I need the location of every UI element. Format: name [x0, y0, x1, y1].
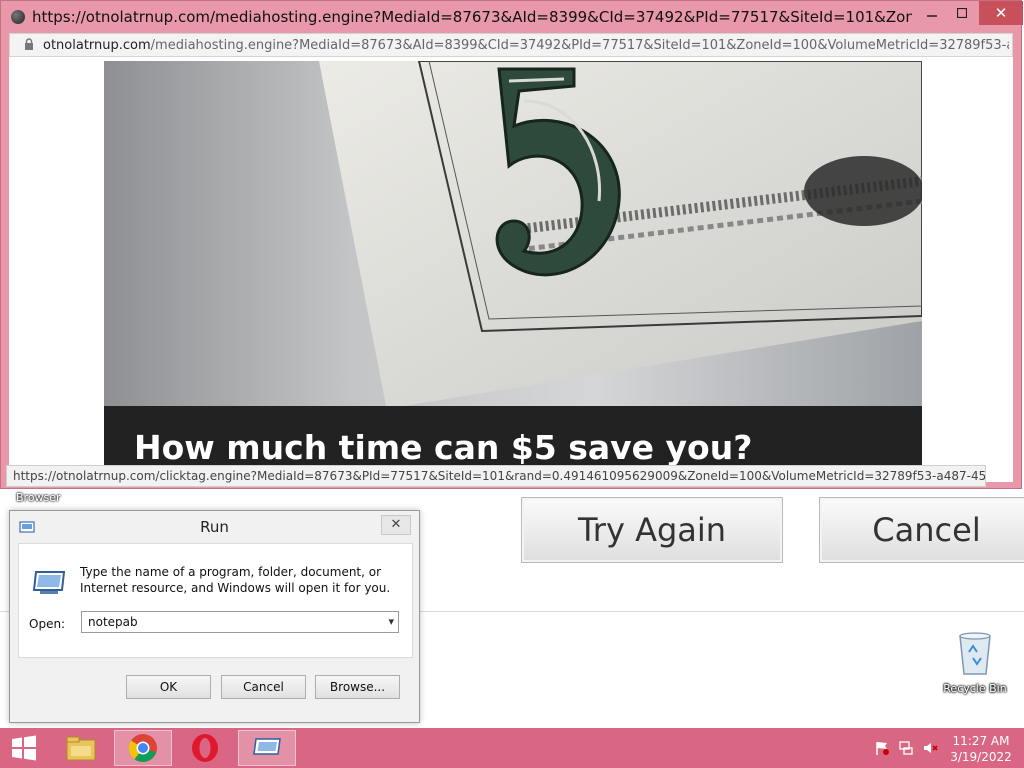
clock-date: 3/19/2022: [950, 750, 1012, 764]
minimize-icon[interactable]: [919, 1, 945, 25]
open-input[interactable]: notepab ▾: [81, 611, 399, 633]
run-program-icon: [32, 571, 66, 594]
taskbar-file-explorer[interactable]: [54, 730, 108, 766]
open-label: Open:: [29, 617, 66, 631]
action-center-flag-icon[interactable]: [874, 740, 890, 756]
network-icon[interactable]: [898, 740, 914, 756]
ad-headline: How much time can $5 save you?: [134, 428, 753, 467]
chrome-icon: [128, 734, 157, 762]
run-dialog: Run ✕ Type the name of a program, folder…: [9, 510, 420, 723]
run-icon: [253, 738, 281, 755]
open-input-value: notepab: [88, 615, 138, 629]
taskbar-opera[interactable]: [178, 730, 232, 766]
browser-desktop-label: Browser: [16, 491, 61, 504]
address-bar[interactable]: otnolatrnup.com/mediahosting.engine?Medi…: [9, 33, 1013, 57]
chevron-down-icon[interactable]: ▾: [388, 615, 394, 628]
recycle-bin[interactable]: Recycle Bin: [943, 630, 1007, 695]
clock-time: 11:27 AM: [952, 734, 1010, 748]
favicon-icon: [11, 10, 25, 24]
run-close-button[interactable]: ✕: [381, 515, 411, 535]
maximize-icon[interactable]: [949, 1, 975, 25]
try-again-button[interactable]: Try Again: [521, 497, 783, 563]
recycle-bin-icon: [959, 632, 991, 675]
background-cancel-button[interactable]: Cancel: [819, 497, 1024, 563]
taskbar-clock[interactable]: 11:27 AM 3/19/2022: [950, 733, 1012, 765]
ad-banner[interactable]: How much time can $5 save you?: [104, 61, 922, 482]
close-icon[interactable]: ✕: [979, 1, 1023, 25]
cancel-button[interactable]: Cancel: [221, 675, 306, 699]
taskbar: 11:27 AM 3/19/2022: [0, 728, 1024, 768]
popup-window: https://otnolatrnup.com/mediahosting.eng…: [0, 0, 1023, 489]
ok-button[interactable]: OK: [126, 675, 211, 699]
popup-title: https://otnolatrnup.com/mediahosting.eng…: [32, 8, 912, 26]
opera-icon: [192, 734, 218, 762]
recycle-bin-label: Recycle Bin: [943, 682, 1007, 695]
volume-muted-icon[interactable]: [922, 740, 938, 756]
browse-button[interactable]: Browse...: [315, 675, 400, 699]
address-domain: otnolatrnup.com: [43, 38, 151, 53]
lock-icon: [25, 38, 33, 50]
run-dialog-title: Run: [200, 518, 229, 536]
run-dialog-body: Type the name of a program, folder, docu…: [18, 543, 413, 658]
run-description: Type the name of a program, folder, docu…: [80, 565, 391, 595]
page-content: How much time can $5 save you?: [9, 57, 1013, 482]
taskbar-chrome[interactable]: [114, 730, 172, 766]
popup-titlebar[interactable]: https://otnolatrnup.com/mediahosting.eng…: [1, 1, 1023, 33]
taskbar-run[interactable]: [238, 730, 296, 766]
status-bar: https://otnolatrnup.com/clicktag.engine?…: [6, 465, 986, 487]
address-text: otnolatrnup.com/mediahosting.engine?Medi…: [43, 38, 1009, 53]
address-path: /mediahosting.engine?MediaId=87673&AId=8…: [150, 38, 1009, 53]
windows-logo-icon: [12, 735, 36, 761]
folder-icon: [66, 736, 96, 761]
start-button[interactable]: [0, 730, 48, 766]
